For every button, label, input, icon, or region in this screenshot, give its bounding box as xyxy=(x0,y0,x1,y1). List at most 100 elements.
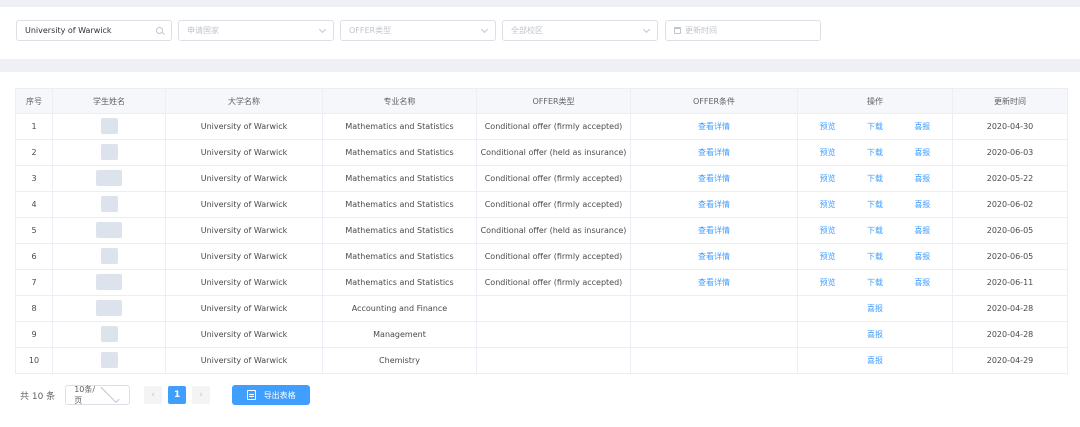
cell-university: University of Warwick xyxy=(165,269,323,296)
cell-offer-condition-text[interactable]: 查看详情 xyxy=(698,226,730,235)
report-link[interactable]: 喜报 xyxy=(914,277,930,288)
pagination-total: 共 10 条 xyxy=(20,391,56,402)
country-select[interactable]: 申请国家 xyxy=(178,20,334,41)
student-name-redacted xyxy=(100,143,118,160)
cell-index: 3 xyxy=(15,165,53,192)
report-link[interactable]: 喜报 xyxy=(914,225,930,236)
report-link[interactable]: 喜报 xyxy=(914,251,930,262)
cell-major: Mathematics and Statistics xyxy=(322,243,477,270)
student-name-redacted xyxy=(100,351,118,368)
cell-major: Mathematics and Statistics xyxy=(322,113,477,140)
preview-link[interactable]: 预览 xyxy=(820,147,836,158)
campus-select-placeholder: 全部校区 xyxy=(511,26,543,35)
preview-link[interactable]: 预览 xyxy=(820,225,836,236)
page-size-value: 10条/页 xyxy=(74,385,96,405)
cell-major-text: Mathematics and Statistics xyxy=(345,148,454,157)
row-actions: 预览 下载 喜报 xyxy=(799,225,952,236)
row-actions: 喜报 xyxy=(799,329,952,340)
cell-actions: 喜报 xyxy=(797,347,953,374)
preview-link[interactable]: 预览 xyxy=(820,121,836,132)
cell-offer-type: Conditional offer (firmly accepted) xyxy=(476,113,631,140)
page-button-1[interactable]: 1 xyxy=(168,386,187,404)
university-search-input[interactable]: University of Warwick xyxy=(16,20,172,41)
cell-university-text: University of Warwick xyxy=(200,226,288,235)
country-select-placeholder: 申请国家 xyxy=(187,26,219,35)
cell-updated-text: 2020-06-05 xyxy=(986,226,1034,235)
cell-university: University of Warwick xyxy=(165,295,323,322)
cell-offer-condition-text[interactable]: 查看详情 xyxy=(698,122,730,131)
cell-major: Chemistry xyxy=(322,347,477,374)
cell-university: University of Warwick xyxy=(165,347,323,374)
student-name-redacted xyxy=(100,247,118,264)
cell-offer-condition-text[interactable]: 查看详情 xyxy=(698,252,730,261)
student-name-redacted xyxy=(96,169,122,186)
header-major: 专业名称 xyxy=(322,88,477,114)
cell-offer-type-text: Conditional offer (firmly accepted) xyxy=(484,278,623,287)
cell-offer-type: Conditional offer (firmly accepted) xyxy=(476,243,631,270)
export-table-button[interactable]: 导出表格 xyxy=(232,385,311,405)
update-time-picker[interactable]: 更新时间 xyxy=(665,20,821,41)
cell-university: University of Warwick xyxy=(165,165,323,192)
cell-index: 6 xyxy=(15,243,53,270)
offer-type-select[interactable]: OFFER类型 xyxy=(340,20,496,41)
download-link[interactable]: 下载 xyxy=(867,121,883,132)
cell-index: 5 xyxy=(15,217,53,244)
cell-offer-condition-text[interactable]: 查看详情 xyxy=(698,148,730,157)
cell-major-text: Accounting and Finance xyxy=(351,304,448,313)
report-link[interactable]: 喜报 xyxy=(867,329,883,340)
cell-offer-condition xyxy=(630,321,798,348)
results-panel: 序号 学生姓名 大学名称 专业名称 OFFER类型 OFFER条件 操作 更新时… xyxy=(0,72,1080,427)
cell-actions: 预览 下载 喜报 xyxy=(797,191,953,218)
header-offer-condition: OFFER条件 xyxy=(630,88,798,114)
download-link[interactable]: 下载 xyxy=(867,251,883,262)
cell-actions: 喜报 xyxy=(797,321,953,348)
download-link[interactable]: 下载 xyxy=(867,199,883,210)
preview-link[interactable]: 预览 xyxy=(820,277,836,288)
preview-link[interactable]: 预览 xyxy=(820,199,836,210)
download-link[interactable]: 下载 xyxy=(867,173,883,184)
cell-index-text: 3 xyxy=(31,174,37,183)
page-size-select[interactable]: 10条/页 xyxy=(65,383,131,405)
cell-university-text: University of Warwick xyxy=(200,356,288,365)
report-link[interactable]: 喜报 xyxy=(914,121,930,132)
update-time-placeholder: 更新时间 xyxy=(685,26,717,35)
table-row: 8 University of Warwick Accounting and Fin… xyxy=(15,295,1068,322)
cell-university: University of Warwick xyxy=(165,217,323,244)
row-actions: 预览 下载 喜报 xyxy=(799,173,952,184)
cell-major-text: Management xyxy=(373,330,426,339)
report-link[interactable]: 喜报 xyxy=(914,147,930,158)
cell-offer-condition: 查看详情 xyxy=(630,243,798,270)
next-page-button[interactable]: › xyxy=(192,386,211,404)
cell-offer-type-text: Conditional offer (firmly accepted) xyxy=(484,174,623,183)
cell-university-text: University of Warwick xyxy=(200,174,288,183)
filter-bar: University of Warwick 申请国家 OFFER类型 全部校区 … xyxy=(0,7,1080,59)
table-row: 3 University of Warwick Mathematics and St… xyxy=(15,165,1068,192)
report-link[interactable]: 喜报 xyxy=(914,199,930,210)
cell-index-text: 1 xyxy=(31,122,37,131)
cell-offer-condition-text[interactable]: 查看详情 xyxy=(698,174,730,183)
row-actions: 预览 下载 喜报 xyxy=(799,277,952,288)
cell-index: 7 xyxy=(15,269,53,296)
cell-major-text: Mathematics and Statistics xyxy=(345,174,454,183)
download-link[interactable]: 下载 xyxy=(867,225,883,236)
preview-link[interactable]: 预览 xyxy=(820,173,836,184)
download-link[interactable]: 下载 xyxy=(867,277,883,288)
student-name-redacted xyxy=(100,195,118,212)
report-link[interactable]: 喜报 xyxy=(914,173,930,184)
cell-offer-condition: 查看详情 xyxy=(630,113,798,140)
report-link[interactable]: 喜报 xyxy=(867,355,883,366)
cell-updated-text: 2020-04-28 xyxy=(986,330,1034,339)
cell-offer-condition-text[interactable]: 查看详情 xyxy=(698,278,730,287)
prev-page-button[interactable]: ‹ xyxy=(144,386,163,404)
row-actions: 喜报 xyxy=(799,303,952,314)
download-link[interactable]: 下载 xyxy=(867,147,883,158)
cell-student xyxy=(52,243,166,270)
cell-major-text: Mathematics and Statistics xyxy=(345,252,454,261)
cell-offer-type: Conditional offer (firmly accepted) xyxy=(476,191,631,218)
preview-link[interactable]: 预览 xyxy=(820,251,836,262)
cell-offer-condition-text[interactable]: 查看详情 xyxy=(698,200,730,209)
pagination: 共 10 条 10条/页 ‹ 1 › 导出表格 xyxy=(20,383,311,405)
report-link[interactable]: 喜报 xyxy=(867,303,883,314)
campus-select[interactable]: 全部校区 xyxy=(502,20,658,41)
cell-updated: 2020-05-22 xyxy=(952,165,1068,192)
